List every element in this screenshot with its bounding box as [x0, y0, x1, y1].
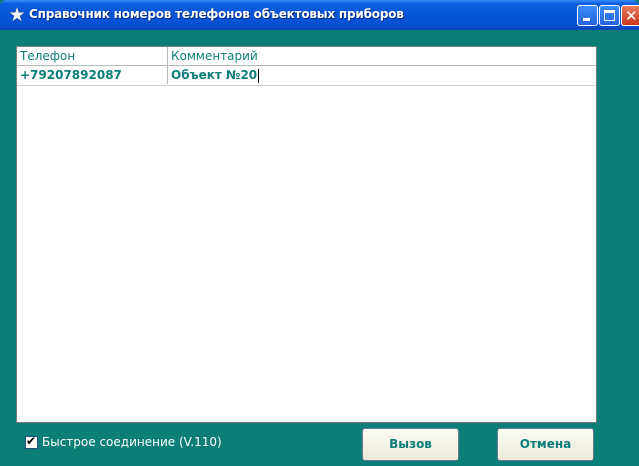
checkmark-icon: ✔	[26, 434, 37, 448]
phone-directory-window: ★ Справочник номеров телефонов объектовы…	[0, 0, 639, 466]
column-header-comment[interactable]: Комментарий	[168, 47, 596, 65]
close-button[interactable]: ✕	[621, 5, 639, 26]
grid-header: Телефон Комментарий	[17, 47, 596, 66]
text-caret	[258, 68, 260, 83]
window-title: Справочник номеров телефонов объектовых …	[29, 7, 404, 21]
cancel-button[interactable]: Отмена	[497, 428, 594, 461]
column-header-phone[interactable]: Телефон	[17, 47, 168, 65]
table-row[interactable]: +79207892087 Объект №20	[17, 66, 596, 86]
fast-connection-label[interactable]: Быстрое соединение (V.110)	[42, 435, 222, 449]
star-icon: ★	[8, 4, 26, 26]
maximize-icon	[604, 10, 615, 21]
close-icon: ✕	[625, 7, 638, 25]
maximize-button[interactable]	[599, 5, 620, 26]
phone-grid[interactable]: Телефон Комментарий +79207892087 Объект …	[16, 46, 597, 423]
call-button[interactable]: Вызов	[362, 428, 459, 461]
phone-cell[interactable]: +79207892087	[17, 66, 168, 84]
comment-cell[interactable]: Объект №20	[168, 66, 596, 84]
minimize-button[interactable]	[577, 5, 598, 26]
minimize-icon	[583, 18, 590, 21]
comment-cell-text: Объект №20	[171, 68, 258, 82]
fast-connection-checkbox[interactable]: ✔	[25, 434, 38, 449]
title-bar[interactable]: ★ Справочник номеров телефонов объектовы…	[0, 0, 639, 30]
